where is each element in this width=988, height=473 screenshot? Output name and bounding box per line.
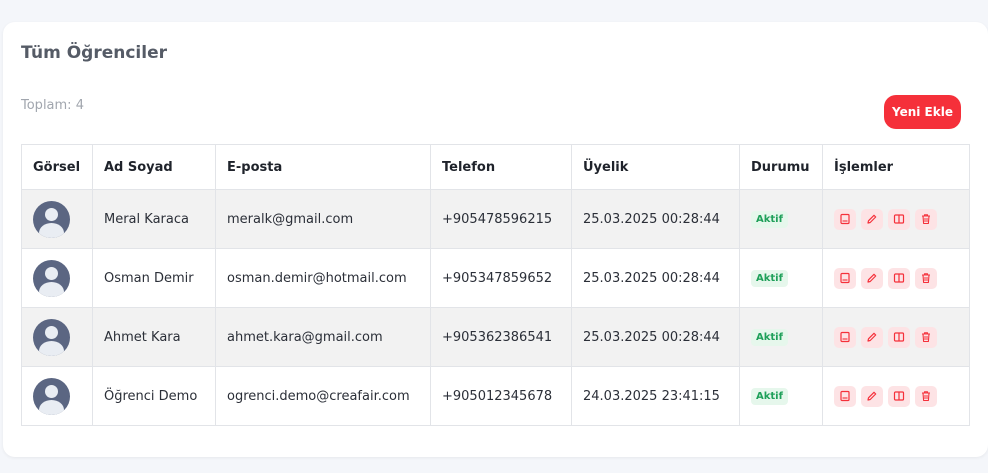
- column-header-membership: Üyelik: [571, 144, 740, 190]
- avatar-cell: [21, 307, 93, 367]
- column-header-name: Ad Soyad: [92, 144, 216, 190]
- avatar-cell: [21, 248, 93, 308]
- status-badge: Aktif: [751, 328, 788, 346]
- status-cell: Aktif: [739, 307, 823, 367]
- edit-button[interactable]: [861, 208, 883, 230]
- actions-cell: [822, 366, 970, 426]
- student-name: Meral Karaca: [92, 189, 216, 249]
- table-row: Osman Demir osman.demir@hotmail.com +905…: [21, 248, 970, 308]
- status-badge: Aktif: [751, 210, 788, 228]
- edit-icon: [867, 391, 877, 401]
- student-phone: +905478596215: [430, 189, 572, 249]
- open-book-icon: [893, 332, 905, 342]
- book-icon: [840, 272, 850, 284]
- trash-icon: [922, 391, 930, 402]
- open-book-icon: [893, 214, 905, 224]
- status-badge: Aktif: [751, 387, 788, 405]
- table-row: Ahmet Kara ahmet.kara@gmail.com +9053623…: [21, 307, 970, 367]
- trash-icon: [922, 273, 930, 284]
- students-card: Tüm Öğrenciler Toplam: 4 Yeni Ekle Görse…: [3, 22, 988, 457]
- book-icon: [840, 213, 850, 225]
- edit-button[interactable]: [861, 326, 883, 348]
- book-icon: [840, 331, 850, 343]
- edit-icon: [867, 332, 877, 342]
- status-cell: Aktif: [739, 248, 823, 308]
- open-book-icon: [893, 273, 905, 283]
- student-membership: 24.03.2025 23:41:15: [571, 366, 740, 426]
- trash-icon: [922, 214, 930, 225]
- students-table: Görsel Ad Soyad E-posta Telefon Üyelik D…: [21, 144, 970, 426]
- student-email: osman.demir@hotmail.com: [215, 248, 431, 308]
- delete-button[interactable]: [915, 208, 937, 230]
- avatar: [33, 259, 70, 297]
- column-header-status: Durumu: [739, 144, 823, 190]
- student-phone: +905347859652: [430, 248, 572, 308]
- actions-cell: [822, 248, 970, 308]
- view-button[interactable]: [834, 208, 856, 230]
- avatar: [33, 318, 70, 356]
- page-title: Tüm Öğrenciler: [21, 43, 167, 63]
- avatar: [33, 200, 70, 238]
- avatar: [33, 377, 70, 415]
- view-button[interactable]: [834, 326, 856, 348]
- courses-button[interactable]: [888, 267, 910, 289]
- courses-button[interactable]: [888, 385, 910, 407]
- student-name: Öğrenci Demo: [92, 366, 216, 426]
- courses-button[interactable]: [888, 208, 910, 230]
- courses-button[interactable]: [888, 326, 910, 348]
- edit-icon: [867, 214, 877, 224]
- column-header-phone: Telefon: [430, 144, 572, 190]
- student-phone: +905362386541: [430, 307, 572, 367]
- table-row: Öğrenci Demo ogrenci.demo@creafair.com +…: [21, 366, 970, 426]
- student-name: Ahmet Kara: [92, 307, 216, 367]
- open-book-icon: [893, 391, 905, 401]
- trash-icon: [922, 332, 930, 343]
- avatar-cell: [21, 366, 93, 426]
- status-cell: Aktif: [739, 189, 823, 249]
- actions-cell: [822, 189, 970, 249]
- edit-button[interactable]: [861, 385, 883, 407]
- student-phone: +905012345678: [430, 366, 572, 426]
- add-new-button[interactable]: Yeni Ekle: [884, 95, 961, 129]
- view-button[interactable]: [834, 385, 856, 407]
- table-header-row: Görsel Ad Soyad E-posta Telefon Üyelik D…: [21, 144, 970, 190]
- student-membership: 25.03.2025 00:28:44: [571, 307, 740, 367]
- status-cell: Aktif: [739, 366, 823, 426]
- book-icon: [840, 390, 850, 402]
- column-header-image: Görsel: [21, 144, 93, 190]
- avatar-cell: [21, 189, 93, 249]
- student-membership: 25.03.2025 00:28:44: [571, 248, 740, 308]
- status-badge: Aktif: [751, 269, 788, 287]
- delete-button[interactable]: [915, 326, 937, 348]
- table-row: Meral Karaca meralk@gmail.com +905478596…: [21, 189, 970, 249]
- edit-button[interactable]: [861, 267, 883, 289]
- student-email: meralk@gmail.com: [215, 189, 431, 249]
- student-email: ahmet.kara@gmail.com: [215, 307, 431, 367]
- column-header-actions: İşlemler: [822, 144, 970, 190]
- student-email: ogrenci.demo@creafair.com: [215, 366, 431, 426]
- student-name: Osman Demir: [92, 248, 216, 308]
- column-header-email: E-posta: [215, 144, 431, 190]
- view-button[interactable]: [834, 267, 856, 289]
- delete-button[interactable]: [915, 267, 937, 289]
- edit-icon: [867, 273, 877, 283]
- actions-cell: [822, 307, 970, 367]
- total-count: Toplam: 4: [21, 98, 84, 113]
- student-membership: 25.03.2025 00:28:44: [571, 189, 740, 249]
- delete-button[interactable]: [915, 385, 937, 407]
